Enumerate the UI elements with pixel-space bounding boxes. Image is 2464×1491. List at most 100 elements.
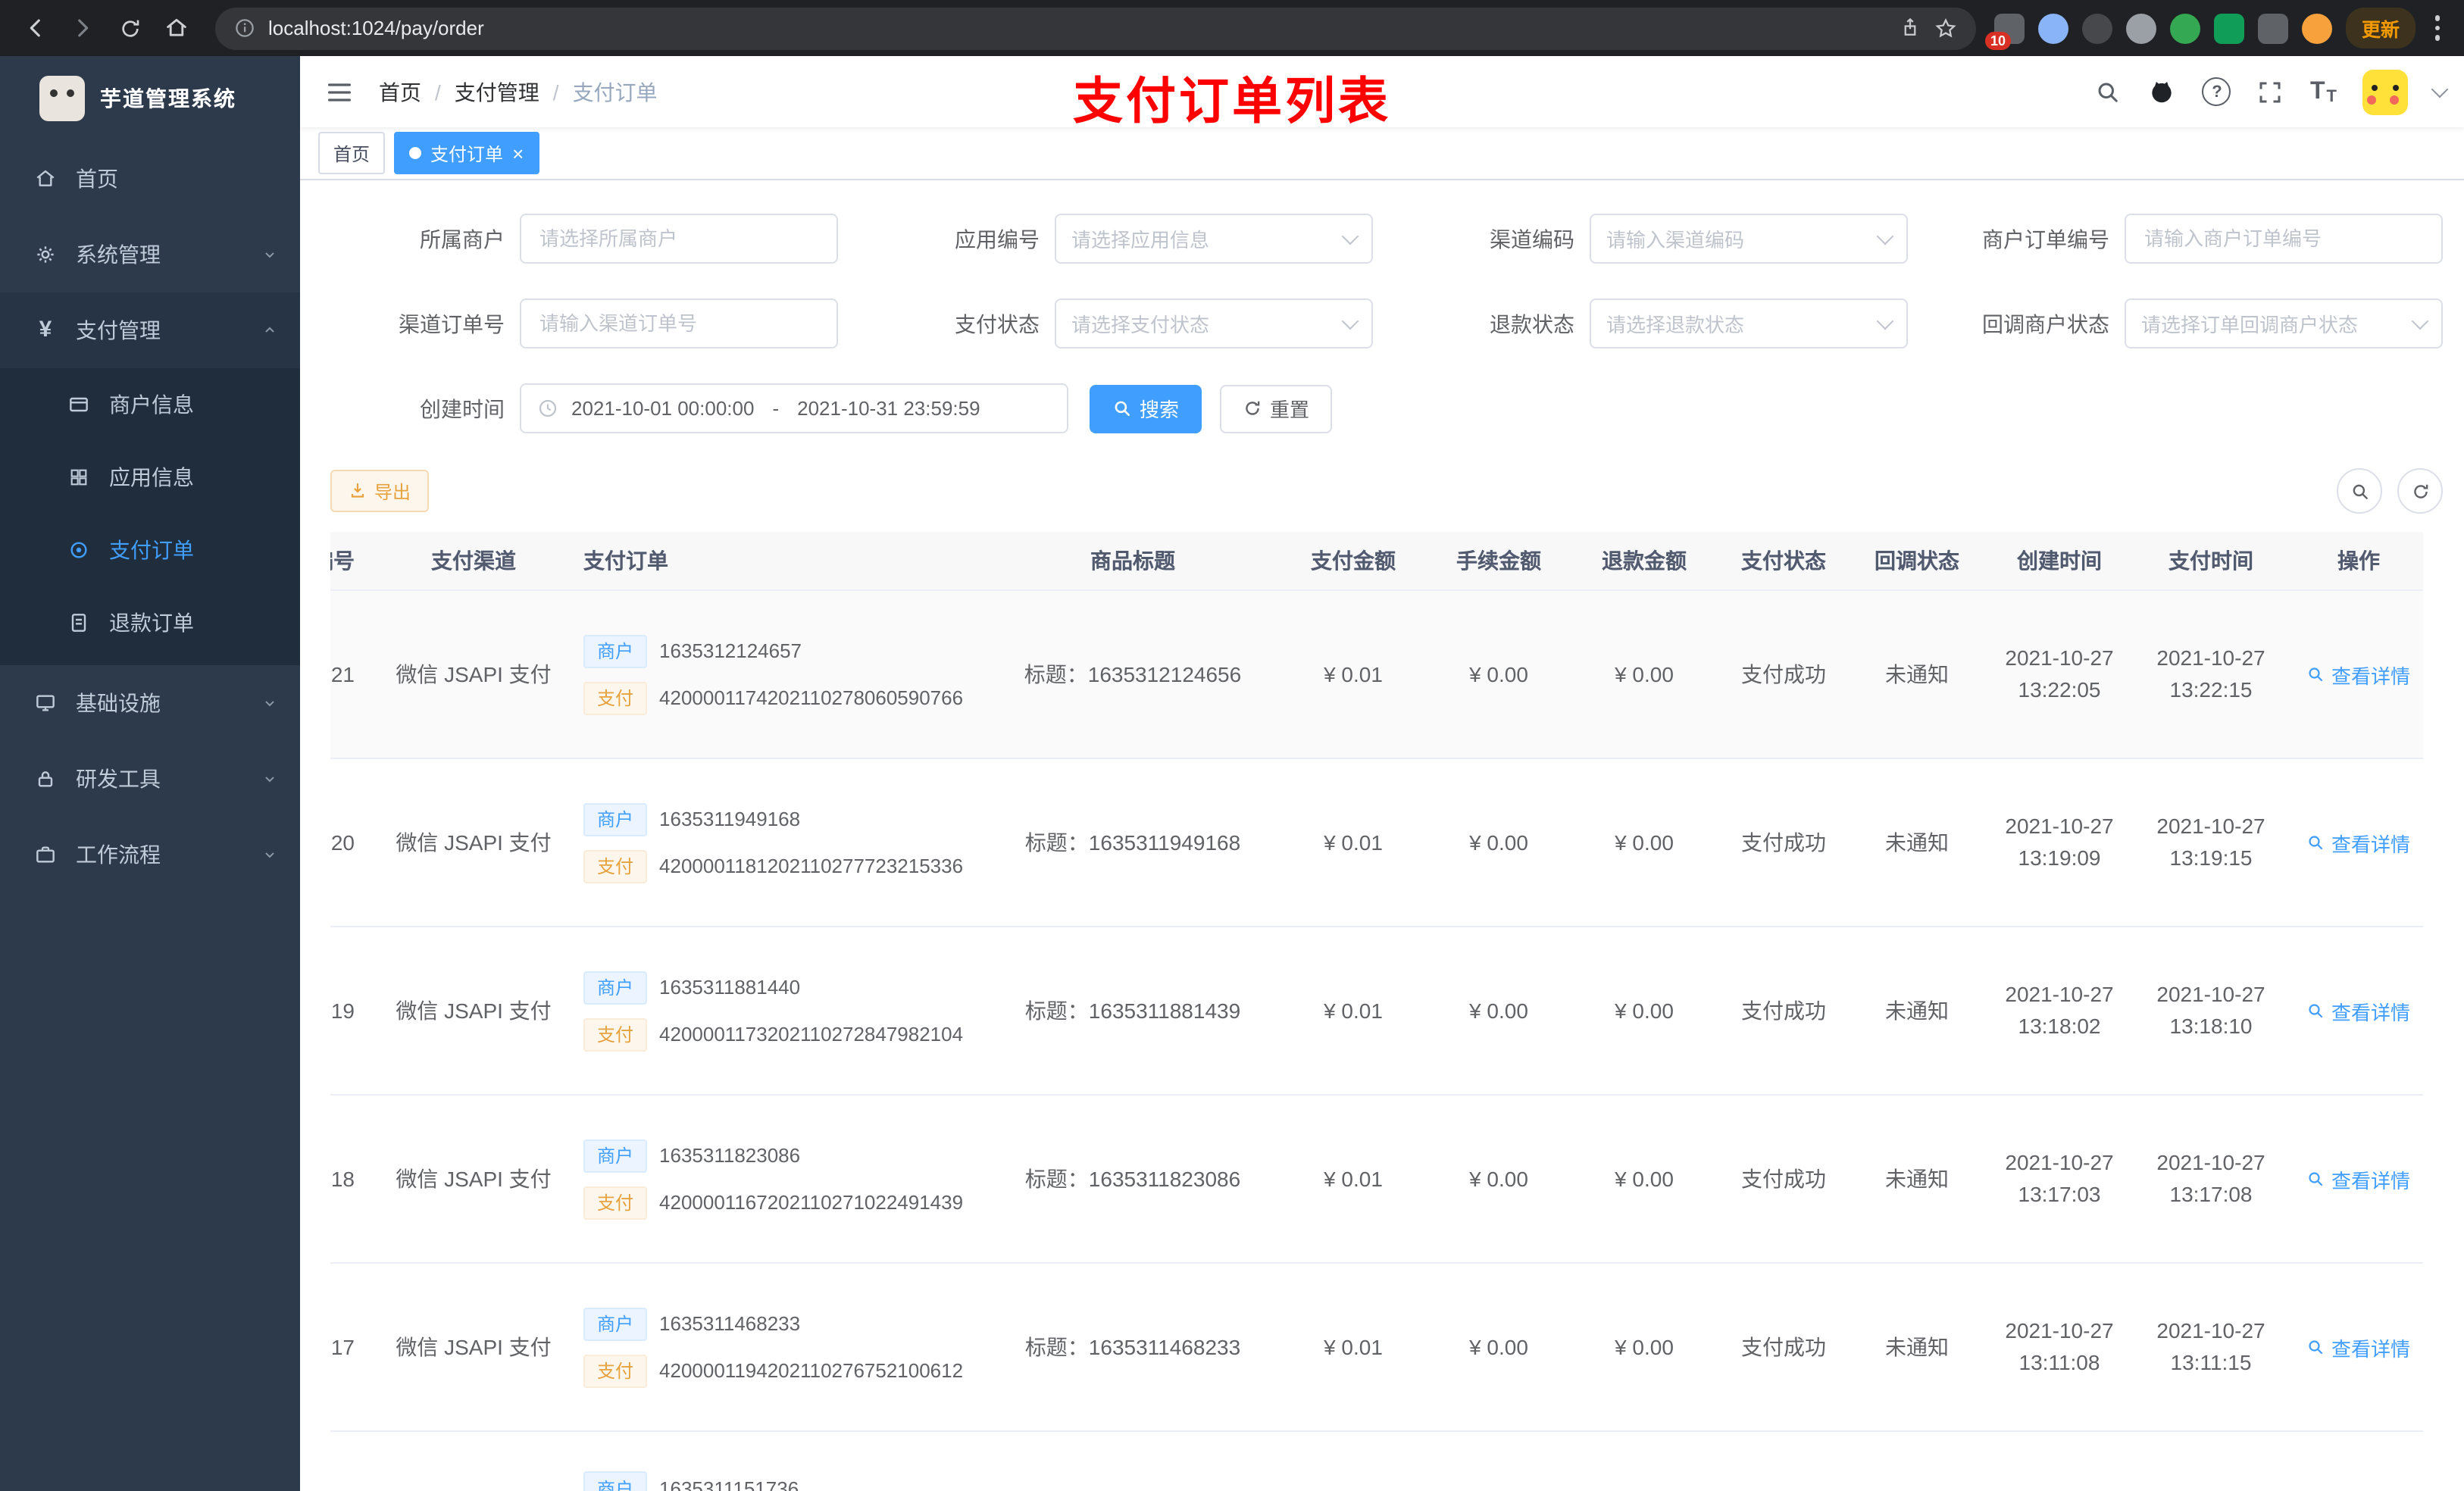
font-size-icon[interactable]: TT — [2310, 78, 2337, 105]
export-button[interactable]: 导出 — [330, 470, 430, 512]
table-row: 18 微信 JSAPI 支付 商户 1635311823086 支付 42000… — [330, 1096, 2423, 1264]
avatar-caret-icon[interactable] — [2431, 80, 2449, 98]
view-detail-link[interactable]: 查看详情 — [2307, 660, 2410, 689]
channel-order-no-input[interactable] — [520, 299, 838, 349]
sidebar-item-merchant-info[interactable]: 商户信息 — [0, 368, 300, 441]
sidebar-item-workflow[interactable]: 工作流程 — [0, 817, 300, 892]
cell-pay-order: 商户 1635311468233 支付 42000011942021102767… — [568, 1307, 985, 1387]
extension-icon-drop[interactable] — [2038, 13, 2069, 43]
breadcrumb: 首页 / 支付管理 / 支付订单 — [379, 77, 658, 107]
sidebar-item-infra[interactable]: 基础设施 — [0, 665, 300, 741]
site-info-icon[interactable] — [233, 17, 256, 39]
cell-action: 查看详情 — [2287, 828, 2431, 857]
browser-reload-icon[interactable] — [109, 8, 150, 48]
search-icon[interactable] — [2095, 78, 2122, 105]
cell-id: 20 — [330, 830, 355, 855]
chevron-down-icon — [1341, 227, 1359, 245]
extension-icon-chat[interactable] — [2214, 13, 2245, 43]
sidebar-item-app-info[interactable]: 应用信息 — [0, 441, 300, 514]
orders-table: 编号 支付渠道 支付订单 商品标题 支付金额 手续金额 退款金额 支付状态 回调… — [330, 532, 2446, 1491]
breadcrumb-section[interactable]: 支付管理 — [455, 77, 539, 107]
cell-amount: ¥ 0.01 — [1324, 1167, 1383, 1191]
cell-paid-time: 2021-10-27 13:18:10 — [2156, 982, 2265, 1038]
table-toolbar: 导出 — [330, 468, 2446, 514]
view-detail-link[interactable]: 查看详情 — [2307, 828, 2410, 857]
bookmark-star-icon[interactable] — [1934, 16, 1959, 40]
filter-label-pay-status: 支付状态 — [955, 311, 1040, 336]
browser-home-icon[interactable] — [156, 8, 197, 48]
browser-menu-icon[interactable] — [2428, 15, 2446, 41]
page-content: 所属商户 应用编号 请选择应用信息 渠道编码 请输入渠道编码 商户订单编号 — [300, 180, 2464, 1491]
extension-icon-gray[interactable] — [2126, 13, 2157, 43]
cell-paid-time: 2021-10-27 13:19:15 — [2156, 814, 2265, 870]
channel-code-select[interactable]: 请输入渠道编码 — [1590, 214, 1908, 264]
cell-status: 支付成功 — [1741, 1167, 1826, 1191]
create-time-range-picker[interactable]: 2021-10-01 00:00:00 - 2021-10-31 23:59:5… — [520, 383, 1068, 433]
profile-avatar-icon[interactable] — [2302, 13, 2333, 43]
refresh-table-button[interactable] — [2397, 468, 2443, 514]
cell-refund: ¥ 0.00 — [1615, 830, 1674, 855]
view-detail-link[interactable]: 查看详情 — [2307, 1333, 2410, 1361]
sidebar-item-pay-order[interactable]: 支付订单 — [0, 514, 300, 586]
cell-created-time: 2021-10-27 13:11:08 — [2005, 1318, 2114, 1374]
help-icon[interactable] — [2202, 77, 2231, 106]
notify-status-select[interactable]: 请选择订单回调商户状态 — [2125, 299, 2443, 349]
cell-channel: 微信 JSAPI 支付 — [396, 1335, 552, 1359]
toggle-search-button[interactable] — [2337, 468, 2382, 514]
extensions-puzzle-icon[interactable] — [2258, 13, 2289, 43]
cell-action: 查看详情 — [2287, 996, 2431, 1025]
sidebar-item-system[interactable]: 系统管理 — [0, 217, 300, 292]
date-end: 2021-10-31 23:59:59 — [797, 397, 980, 420]
cell-id: 17 — [330, 1335, 355, 1359]
filter-label-app-no: 应用编号 — [955, 227, 1040, 251]
sidebar-item-home[interactable]: 首页 — [0, 141, 300, 217]
tag-close-icon[interactable]: × — [512, 143, 524, 163]
table-row: 17 微信 JSAPI 支付 商户 1635311468233 支付 42000… — [330, 1264, 2423, 1432]
share-icon[interactable] — [1900, 17, 1922, 39]
cell-fee: ¥ 0.00 — [1469, 1335, 1528, 1359]
user-avatar[interactable] — [2362, 69, 2408, 114]
view-detail-link[interactable]: 查看详情 — [2307, 996, 2410, 1025]
github-icon[interactable] — [2148, 77, 2177, 106]
cell-fee: ¥ 0.00 — [1469, 999, 1528, 1023]
browser-update-chip[interactable]: 更新 — [2346, 8, 2415, 48]
breadcrumb-home[interactable]: 首页 — [379, 77, 421, 107]
cell-created-time: 2021-10-27 13:17:03 — [2005, 1150, 2114, 1206]
extension-icon-grid[interactable]: 10 — [1985, 13, 2025, 49]
cell-id: 21 — [330, 662, 355, 686]
app-logo[interactable]: 芋道管理系统 — [0, 56, 300, 141]
tag-home[interactable]: 首页 — [318, 132, 386, 174]
sidebar-item-refund-order[interactable]: 退款订单 — [0, 586, 300, 659]
chevron-up-icon — [261, 321, 279, 339]
hamburger-icon[interactable] — [324, 77, 355, 107]
table-row: 19 微信 JSAPI 支付 商户 1635311881440 支付 42000… — [330, 927, 2423, 1096]
sidebar-item-payment[interactable]: ¥ 支付管理 — [0, 292, 300, 368]
extension-icon-green-check[interactable] — [2170, 13, 2201, 43]
app-no-select[interactable]: 请选择应用信息 — [1055, 214, 1373, 264]
filter-label-channel-code: 渠道编码 — [1490, 227, 1574, 251]
reset-button[interactable]: 重置 — [1220, 384, 1333, 433]
cell-refund: ¥ 0.00 — [1615, 1335, 1674, 1359]
sidebar-item-dev-tools[interactable]: 研发工具 — [0, 741, 300, 817]
cell-amount: ¥ 0.01 — [1324, 999, 1383, 1023]
cell-refund: ¥ 0.00 — [1615, 1167, 1674, 1191]
gear-icon — [33, 242, 58, 267]
merchant-order-no-input[interactable] — [2125, 214, 2443, 264]
search-button[interactable]: 搜索 — [1090, 384, 1202, 433]
extension-icon-dark[interactable] — [2082, 13, 2113, 43]
browser-forward-icon[interactable] — [62, 8, 103, 48]
address-bar[interactable]: localhost:1024/pay/order — [215, 7, 1977, 49]
pay-status-select[interactable]: 请选择支付状态 — [1055, 299, 1373, 349]
browser-back-icon[interactable] — [15, 8, 56, 48]
yen-icon: ¥ — [39, 317, 52, 342]
cell-paid-time: 2021-10-27 13:22:15 — [2156, 645, 2265, 702]
cell-action: 查看详情 — [2287, 1164, 2431, 1193]
cell-title: 标题：1635311949168 — [1024, 830, 1241, 855]
cell-fee: ¥ 0.00 — [1469, 662, 1528, 686]
tag-pay-order[interactable]: 支付订单 × — [394, 132, 539, 174]
refund-status-select[interactable]: 请选择退款状态 — [1590, 299, 1908, 349]
fullscreen-icon[interactable] — [2257, 78, 2284, 105]
cell-notify-status: 未通知 — [1885, 1167, 1949, 1191]
view-detail-link[interactable]: 查看详情 — [2307, 1164, 2410, 1193]
owner-merchant-input[interactable] — [520, 214, 838, 264]
